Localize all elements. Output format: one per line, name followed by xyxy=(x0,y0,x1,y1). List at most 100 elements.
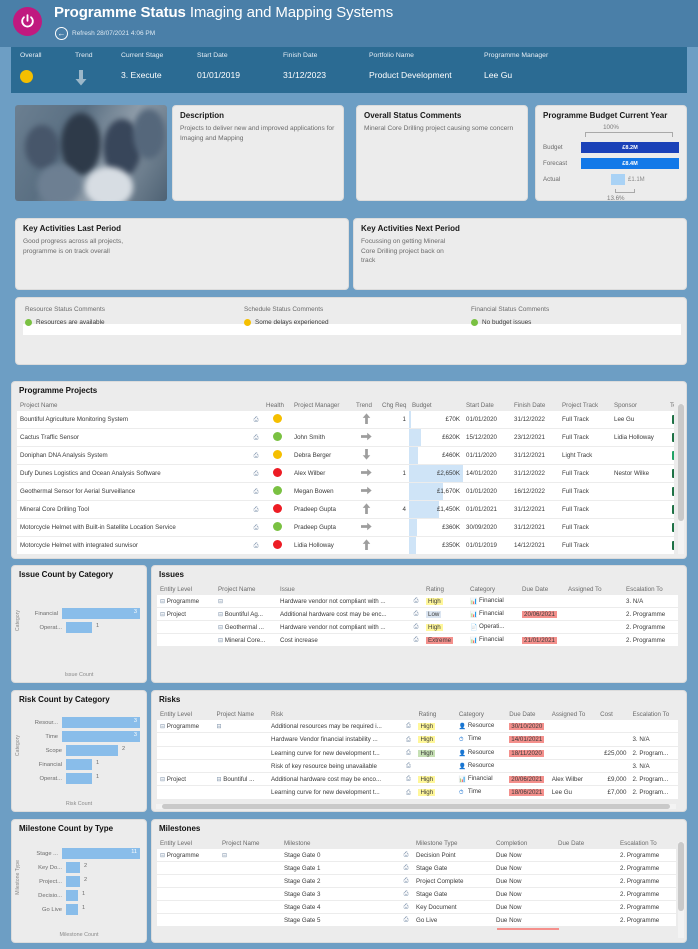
column-header[interactable]: Due Date xyxy=(506,709,549,720)
link-icon[interactable]: ⎙ xyxy=(404,865,409,871)
table-row[interactable]: ⊟ Project ⊟ Bountiful Ag... Additional har… xyxy=(157,607,678,621)
column-header[interactable]: Project Manager xyxy=(291,400,353,411)
table-row[interactable]: Learning curve for new development t... ⎙… xyxy=(157,785,678,800)
chart-bar[interactable] xyxy=(66,862,80,873)
column-header[interactable]: Escalation To xyxy=(623,584,678,595)
chart-bar-row[interactable]: Scope 2 xyxy=(32,745,140,756)
chart-bar[interactable] xyxy=(66,890,78,901)
column-header[interactable] xyxy=(399,838,413,849)
link-icon[interactable]: ⎙ xyxy=(254,543,259,549)
chart-bar[interactable] xyxy=(66,759,92,770)
link-icon[interactable]: ⎙ xyxy=(406,723,411,729)
link-icon[interactable]: ⎙ xyxy=(414,598,419,604)
milestones-table[interactable]: Entity Level Project Name Milestone Milesto… xyxy=(157,838,676,927)
project-icon[interactable]: P xyxy=(672,415,674,424)
chart-bar-row[interactable]: Operat... 1 xyxy=(32,773,140,784)
column-header[interactable]: Assigned To xyxy=(565,584,623,595)
column-header[interactable]: Risk xyxy=(268,709,402,720)
chart-bar[interactable]: 3 xyxy=(62,608,140,619)
project-icon[interactable]: P xyxy=(672,469,674,478)
flat-icon[interactable]: P xyxy=(672,451,674,460)
column-header[interactable]: Completion xyxy=(493,838,555,849)
chart-bar-row[interactable]: Decisio... 1 xyxy=(32,890,140,901)
table-row[interactable]: ⊟ Geothermal ... Hardware vendor not comp… xyxy=(157,620,678,634)
chart-bar[interactable] xyxy=(66,622,92,633)
table-row[interactable]: Prototype Imaging Device for use in Sear… xyxy=(17,554,674,555)
column-header[interactable]: Escalation To xyxy=(617,838,676,849)
table-row[interactable]: Learning curve for new development t... ⎙… xyxy=(157,746,678,760)
column-header[interactable]: Project Track xyxy=(559,400,611,411)
link-icon[interactable]: ⎙ xyxy=(404,852,409,858)
project-icon[interactable]: P xyxy=(672,505,674,514)
chart-bar[interactable]: 11 xyxy=(62,848,140,859)
column-header[interactable]: Rating xyxy=(423,584,467,595)
link-icon[interactable]: ⎙ xyxy=(254,525,259,531)
chart-bar-row[interactable]: Financial 1 xyxy=(32,759,140,770)
column-header[interactable]: Finish Date xyxy=(511,400,559,411)
column-header[interactable]: Project Name xyxy=(219,838,281,849)
link-icon[interactable]: ⎙ xyxy=(254,435,259,441)
column-header[interactable]: Trend xyxy=(353,400,379,411)
table-row[interactable]: Risk of key resource being unavailable ⎙ 👤… xyxy=(157,759,678,773)
link-icon[interactable]: ⎙ xyxy=(406,763,411,769)
table-row[interactable]: Bountiful Agriculture Monitoring System ⎙… xyxy=(17,411,674,429)
link-icon[interactable]: ⎙ xyxy=(414,624,419,630)
table-row[interactable]: Motorcycle Helmet with Built-in Satellit… xyxy=(17,518,674,537)
table-row[interactable]: Cactus Traffic Sensor ⎙ John Smith £620K 15/… xyxy=(17,428,674,447)
link-icon[interactable]: ⎙ xyxy=(406,750,411,756)
project-icon[interactable]: P xyxy=(672,523,674,532)
column-header[interactable]: Category xyxy=(467,584,519,595)
link-icon[interactable]: ⎙ xyxy=(254,417,259,423)
table-row[interactable]: Mineral Core Drilling Tool ⎙ Pradeep Gupta… xyxy=(17,500,674,519)
link-icon[interactable]: ⎙ xyxy=(254,507,259,513)
column-header[interactable]: Due Date xyxy=(519,584,565,595)
column-header[interactable]: Cost xyxy=(597,709,630,720)
table-row[interactable]: ⊟ Programme ⊟ Stage Gate 0 ⎙ Decision Point D… xyxy=(157,849,676,862)
table-row[interactable]: Stage Gate 2 ⎙ Project Complete Due Now 2. P… xyxy=(157,874,676,888)
chart-bar-row[interactable]: Operat... 1 xyxy=(32,622,140,633)
link-icon[interactable]: ⎙ xyxy=(254,453,259,459)
column-header[interactable]: Rating xyxy=(415,709,456,720)
chart-bar-row[interactable]: Stage ... 11 xyxy=(32,848,140,859)
risks-horizontal-scrollbar[interactable] xyxy=(156,804,676,809)
column-header[interactable]: Entity Level xyxy=(157,709,214,720)
back-arrow-icon[interactable]: ← xyxy=(55,27,68,40)
table-row[interactable]: Stage Gate 1 ⎙ Stage Gate Due Now 2. Program… xyxy=(157,861,676,875)
table-row[interactable]: Stage Gate 3 ⎙ Stage Gate Due Now 2. Program… xyxy=(157,887,676,901)
issues-table[interactable]: Entity Level Project Name Issue Rating Categ… xyxy=(157,584,678,647)
link-icon[interactable]: ⎙ xyxy=(414,637,419,643)
chart-bar-row[interactable]: Project... 2 xyxy=(32,876,140,887)
column-header[interactable]: Tool xyxy=(667,400,674,411)
table-row[interactable]: Dufy Dunes Logistics and Ocean Analysis … xyxy=(17,464,674,483)
column-header[interactable] xyxy=(409,584,423,595)
projects-vertical-scrollbar[interactable] xyxy=(678,404,684,554)
project-icon[interactable]: P xyxy=(672,541,674,550)
column-header[interactable]: Sponsor xyxy=(611,400,667,411)
chart-bar[interactable] xyxy=(66,876,80,887)
column-header[interactable]: Chg Req xyxy=(379,400,409,411)
column-header[interactable] xyxy=(249,400,263,411)
chart-bar[interactable] xyxy=(66,904,78,915)
column-header[interactable]: Budget xyxy=(409,400,463,411)
column-header[interactable]: Health xyxy=(263,400,291,411)
link-icon[interactable]: ⎙ xyxy=(404,891,409,897)
link-icon[interactable]: ⎙ xyxy=(406,790,411,796)
column-header[interactable]: Project Name xyxy=(215,584,277,595)
programme-projects-table[interactable]: Project Name Health Project Manager Trend Ch… xyxy=(17,400,674,555)
column-header[interactable]: Category xyxy=(455,709,507,720)
column-header[interactable]: Milestone xyxy=(281,838,399,849)
link-icon[interactable]: ⎙ xyxy=(254,489,259,495)
chart-bar[interactable]: 3 xyxy=(62,717,140,728)
table-row[interactable]: Hardware Vendor financial instability ..… xyxy=(157,732,678,747)
chart-bar[interactable]: 3 xyxy=(62,731,140,742)
link-icon[interactable]: ⎙ xyxy=(414,611,419,617)
table-row[interactable]: Motorcycle Helmet with integrated sunvis… xyxy=(17,536,674,555)
table-row[interactable]: ⊟ Programme ⊟ Additional resources may be … xyxy=(157,720,678,733)
milestones-vertical-scrollbar[interactable] xyxy=(678,842,684,938)
chart-bar-row[interactable]: Financial 3 xyxy=(32,608,140,619)
column-header[interactable]: Entity Level xyxy=(157,584,215,595)
column-header[interactable]: Due Date xyxy=(555,838,617,849)
project-icon[interactable]: P xyxy=(672,487,674,496)
refresh-control[interactable]: ← Refresh 28/07/2021 4:06 PM xyxy=(55,27,155,40)
column-header[interactable]: Escalation To xyxy=(629,709,678,720)
